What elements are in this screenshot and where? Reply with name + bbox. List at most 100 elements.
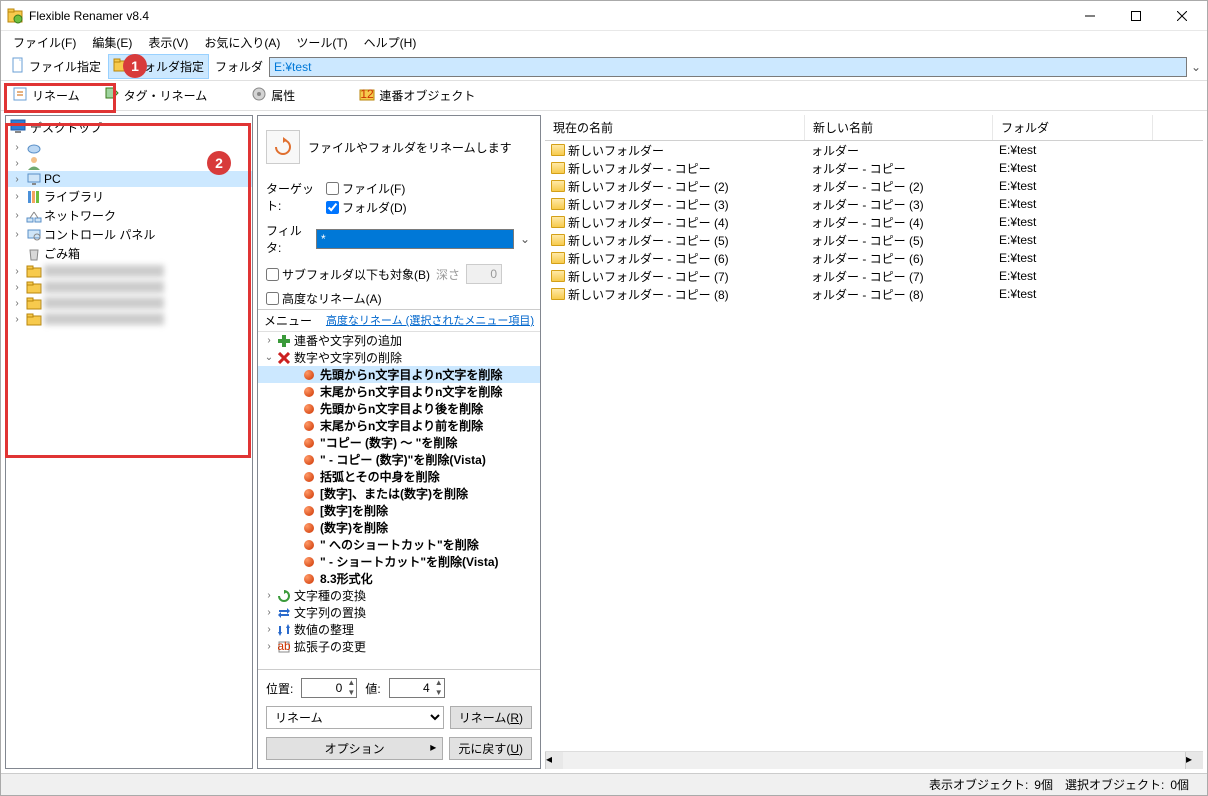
- attr-icon: [251, 86, 267, 105]
- position-label: 位置:: [266, 680, 293, 697]
- list-body[interactable]: 新しいフォルダーォルダーE:¥test新しいフォルダー - コピーォルダー - …: [545, 141, 1203, 751]
- scroll-left-icon[interactable]: ◂: [545, 752, 563, 769]
- expander-icon[interactable]: ›: [10, 174, 24, 185]
- expander-icon[interactable]: ›: [10, 158, 24, 169]
- folder-path-input[interactable]: [269, 57, 1187, 77]
- list-item[interactable]: 新しいフォルダー - コピー (6)ォルダー - コピー (6)E:¥test: [545, 249, 1203, 267]
- advanced-rename-link[interactable]: 高度なリネーム (選択されたメニュー項目): [326, 312, 534, 329]
- tab-rename[interactable]: リネーム: [5, 82, 91, 109]
- list-item[interactable]: 新しいフォルダー - コピー (2)ォルダー - コピー (2)E:¥test: [545, 177, 1203, 195]
- column-header[interactable]: 新しい名前: [805, 115, 993, 140]
- filter-input[interactable]: [316, 229, 514, 249]
- menu-leaf[interactable]: 末尾からn文字目よりn文字を削除: [258, 383, 540, 400]
- expander-icon[interactable]: ⌄: [262, 352, 276, 363]
- list-item[interactable]: 新しいフォルダー - コピー (8)ォルダー - コピー (8)E:¥test: [545, 285, 1203, 303]
- list-item[interactable]: 新しいフォルダー - コピー (5)ォルダー - コピー (5)E:¥test: [545, 231, 1203, 249]
- target-file-check[interactable]: ファイル(F): [326, 180, 407, 197]
- minimize-button[interactable]: [1067, 2, 1113, 30]
- tree-item[interactable]: ごみ箱: [6, 244, 252, 263]
- menu-group[interactable]: ›ab拡張子の変更: [258, 638, 540, 655]
- list-item[interactable]: 新しいフォルダー - コピー (4)ォルダー - コピー (4)E:¥test: [545, 213, 1203, 231]
- chevron-down-icon[interactable]: ⌄: [520, 232, 532, 246]
- expander-icon[interactable]: ›: [10, 142, 24, 153]
- expander-icon[interactable]: ›: [262, 335, 276, 346]
- menu-leaf[interactable]: (数字)を削除: [258, 519, 540, 536]
- scroll-right-icon[interactable]: ▸: [1185, 752, 1203, 769]
- tree-item[interactable]: ›: [6, 295, 252, 311]
- column-header[interactable]: 現在の名前: [545, 115, 805, 140]
- bullet-icon: [304, 438, 314, 448]
- menu-leaf[interactable]: 括弧とその中身を削除: [258, 468, 540, 485]
- refresh-icon: [266, 130, 300, 164]
- menu-group[interactable]: ⌄数字や文字列の削除: [258, 349, 540, 366]
- list-item[interactable]: 新しいフォルダー - コピー (7)ォルダー - コピー (7)E:¥test: [545, 267, 1203, 285]
- tab-seq-object[interactable]: 12 連番オブジェクト: [352, 82, 486, 109]
- menu-leaf[interactable]: [数字]、または(数字)を削除: [258, 485, 540, 502]
- tab-tag-rename-label: タグ・リネーム: [124, 87, 208, 104]
- menu-leaf[interactable]: 末尾からn文字目より前を削除: [258, 417, 540, 434]
- expander-icon[interactable]: ›: [262, 590, 276, 601]
- expander-icon[interactable]: ›: [262, 607, 276, 618]
- option-button[interactable]: オプション▸: [266, 737, 443, 760]
- tab-tag-rename[interactable]: タグ・リネーム: [97, 82, 219, 109]
- list-item[interactable]: 新しいフォルダー - コピー (3)ォルダー - コピー (3)E:¥test: [545, 195, 1203, 213]
- menu-leaf[interactable]: [数字]を削除: [258, 502, 540, 519]
- cloud-icon: [26, 140, 42, 154]
- tree-item[interactable]: ›ネットワーク: [6, 206, 252, 225]
- expander-icon[interactable]: ›: [10, 314, 24, 325]
- tree-item[interactable]: ›ライブラリ: [6, 187, 252, 206]
- close-button[interactable]: [1159, 2, 1205, 30]
- menu-group[interactable]: ›数値の整理: [258, 621, 540, 638]
- svg-text:ab: ab: [278, 641, 290, 653]
- file-spec-button[interactable]: ファイル指定: [5, 54, 106, 79]
- menu-group[interactable]: ›文字列の置換: [258, 604, 540, 621]
- horizontal-scrollbar[interactable]: ◂ ▸: [545, 751, 1203, 769]
- menu-group[interactable]: ›文字種の変換: [258, 587, 540, 604]
- subfolder-check[interactable]: サブフォルダ以下も対象(B): [266, 266, 430, 283]
- expander-icon[interactable]: ›: [262, 641, 276, 652]
- expander-icon[interactable]: ›: [10, 282, 24, 293]
- menu-leaf[interactable]: 8.3形式化: [258, 570, 540, 587]
- menu-item[interactable]: 編集(E): [84, 32, 140, 53]
- folder-icon: [26, 296, 42, 310]
- undo-button[interactable]: 元に戻す(U): [449, 737, 532, 760]
- tree-item[interactable]: ›: [6, 279, 252, 295]
- dropdown-icon[interactable]: ⌄: [1189, 60, 1203, 74]
- menu-leaf[interactable]: "コピー (数字) ～ "を削除: [258, 434, 540, 451]
- expander-icon[interactable]: ›: [10, 191, 24, 202]
- expander-icon[interactable]: ›: [10, 266, 24, 277]
- menu-leaf[interactable]: 先頭からn文字目よりn文字を削除: [258, 366, 540, 383]
- list-item[interactable]: 新しいフォルダーォルダーE:¥test: [545, 141, 1203, 159]
- tree-item[interactable]: ›: [6, 311, 252, 327]
- column-header[interactable]: フォルダ: [993, 115, 1153, 140]
- folder-icon: [551, 234, 565, 246]
- rename-button[interactable]: リネーム(R): [450, 706, 532, 729]
- menu-leaf[interactable]: " - コピー (数字)"を削除(Vista): [258, 451, 540, 468]
- menu-item[interactable]: 表示(V): [140, 32, 196, 53]
- menu-leaf[interactable]: " - ショートカット"を削除(Vista): [258, 553, 540, 570]
- titlebar: Flexible Renamer v8.4: [1, 1, 1207, 31]
- menu-item[interactable]: ツール(T): [288, 32, 355, 53]
- folder-icon: [551, 144, 565, 156]
- list-item[interactable]: 新しいフォルダー - コピーォルダー - コピーE:¥test: [545, 159, 1203, 177]
- expander-icon[interactable]: ›: [10, 298, 24, 309]
- target-folder-check[interactable]: フォルダ(D): [326, 199, 407, 216]
- menu-leaf[interactable]: " へのショートカット"を削除: [258, 536, 540, 553]
- advanced-rename-check[interactable]: 高度なリネーム(A): [266, 290, 382, 307]
- tree-item[interactable]: ›コントロール パネル: [6, 225, 252, 244]
- tree-item[interactable]: ›: [6, 263, 252, 279]
- expander-icon[interactable]: ›: [10, 210, 24, 221]
- depth-label: 深さ: [436, 266, 460, 283]
- menu-group[interactable]: ›連番や文字列の追加: [258, 332, 540, 349]
- menu-item[interactable]: ファイル(F): [5, 32, 84, 53]
- action-select[interactable]: リネーム: [266, 706, 444, 729]
- expander-icon[interactable]: ›: [10, 229, 24, 240]
- rename-menu-tree[interactable]: ›連番や文字列の追加⌄数字や文字列の削除先頭からn文字目よりn文字を削除末尾から…: [258, 331, 540, 669]
- menu-item[interactable]: ヘルプ(H): [356, 32, 425, 53]
- tab-attributes[interactable]: 属性: [244, 82, 306, 109]
- menu-leaf[interactable]: 先頭からn文字目より後を削除: [258, 400, 540, 417]
- menu-item[interactable]: お気に入り(A): [196, 32, 288, 53]
- tree-root[interactable]: デスクトップ: [6, 116, 252, 139]
- expander-icon[interactable]: ›: [262, 624, 276, 635]
- maximize-button[interactable]: [1113, 2, 1159, 30]
